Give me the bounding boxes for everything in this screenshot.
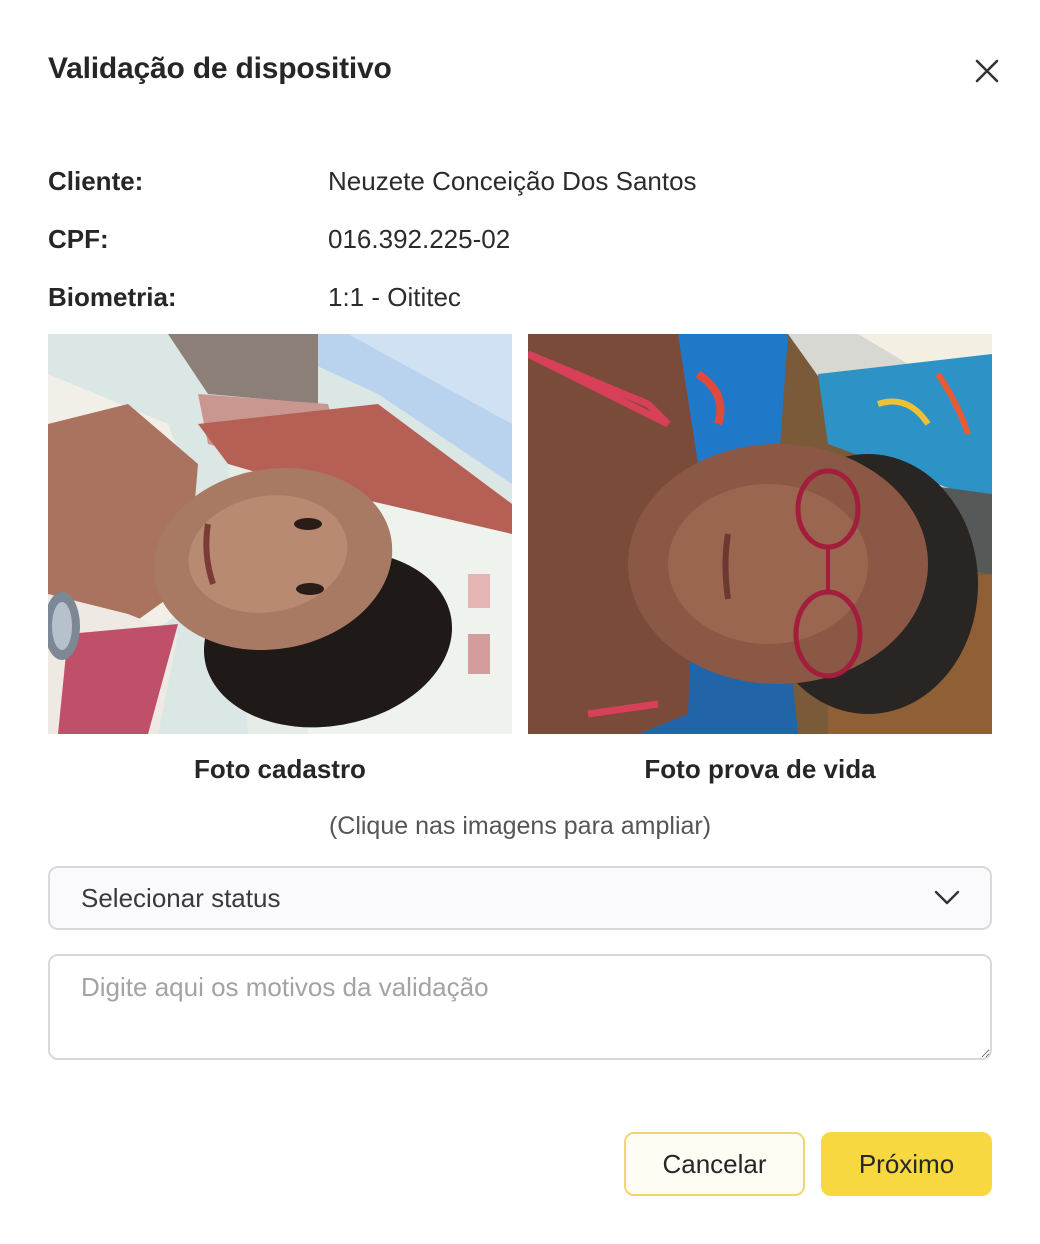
validation-reason-input[interactable] — [48, 954, 992, 1060]
liveness-photo[interactable] — [528, 334, 992, 734]
cpf-value: 016.392.225-02 — [328, 224, 511, 254]
cpf-row: CPF: 016.392.225-02 — [48, 222, 510, 256]
next-button[interactable]: Próximo — [821, 1132, 992, 1196]
status-select-value: Selecionar status — [81, 882, 281, 913]
chevron-down-icon — [934, 890, 960, 905]
device-validation-modal: Validação de dispositivo Cliente: Neuzet… — [0, 0, 1040, 1244]
zoom-hint: (Clique nas imagens para ampliar) — [328, 812, 712, 840]
biometry-label: Biometria: — [48, 282, 177, 312]
close-button[interactable] — [968, 52, 1006, 90]
registration-photo-image — [48, 334, 512, 734]
liveness-photo-caption: Foto prova de vida — [644, 754, 876, 784]
status-select[interactable]: Selecionar status — [48, 866, 992, 930]
client-row: Cliente: Neuzete Conceição Dos Santos — [48, 164, 697, 198]
cancel-button[interactable]: Cancelar — [624, 1132, 805, 1196]
cpf-label: CPF: — [48, 224, 109, 254]
registration-photo[interactable] — [48, 334, 512, 734]
client-value: Neuzete Conceição Dos Santos — [328, 166, 697, 196]
modal-title: Validação de dispositivo — [48, 52, 392, 85]
liveness-photo-image — [528, 334, 992, 734]
close-icon — [975, 59, 999, 83]
biometry-row: Biometria: 1:1 - Oititec — [48, 280, 461, 314]
client-label: Cliente: — [48, 166, 144, 196]
registration-photo-caption: Foto cadastro — [194, 754, 366, 784]
biometry-value: 1:1 - Oititec — [328, 282, 461, 312]
